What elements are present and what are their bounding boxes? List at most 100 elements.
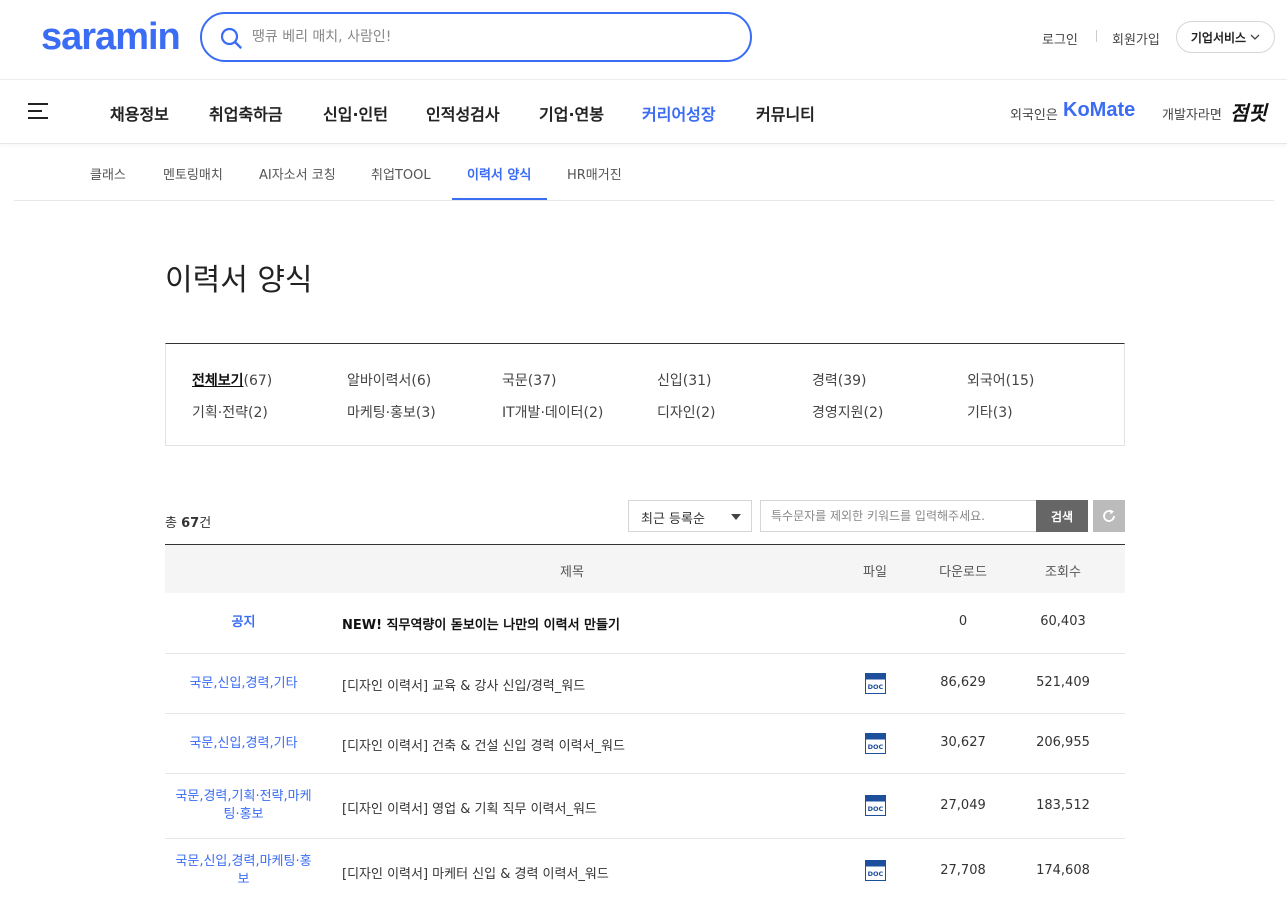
svg-text:DOC: DOC	[868, 870, 884, 878]
main-search-box[interactable]	[200, 12, 752, 62]
row-category[interactable]: 공지	[165, 614, 322, 632]
category-count: (2)	[695, 405, 716, 421]
row-downloads: 0	[958, 614, 968, 629]
category-management[interactable]: 경영지원(2)	[812, 402, 883, 422]
search-button[interactable]: 검색	[1036, 500, 1088, 532]
table-row[interactable]: 국문,경력,기획·전략,마케팅·홍보 [디자인 이력서] 영업 & 기획 직무 …	[165, 774, 1125, 839]
business-service-button[interactable]: 기업서비스	[1176, 21, 1275, 53]
category-count: (3)	[992, 405, 1013, 421]
category-count: (3)	[415, 405, 436, 421]
category-parttime[interactable]: 알바이력서(6)	[347, 370, 431, 390]
category-planning[interactable]: 기획·전략(2)	[192, 402, 268, 422]
subnav-item-mentoring[interactable]: 멘토링매치	[163, 164, 223, 183]
table-row[interactable]: 국문,신입,경력,마케팅·홍보 [디자인 이력서] 마케터 신입 & 경력 이력…	[165, 839, 1125, 901]
category-count: (31)	[682, 373, 712, 389]
svg-text:DOC: DOC	[868, 743, 884, 751]
row-views: 183,512	[1036, 798, 1090, 813]
jumpit-logo[interactable]: 점핏	[1230, 97, 1267, 126]
row-title[interactable]: [디자인 이력서] 마케터 신입 & 경력 이력서_워드	[342, 863, 609, 882]
login-link[interactable]: 로그인	[1042, 29, 1078, 48]
row-title[interactable]: [디자인 이력서] 영업 & 기획 직무 이력서_워드	[342, 798, 597, 817]
developer-label: 개발자라면	[1162, 108, 1222, 123]
komate-logo[interactable]: KoMate	[1063, 99, 1135, 122]
category-count: (37)	[527, 373, 557, 389]
category-foreign-language[interactable]: 외국어(15)	[967, 370, 1034, 390]
total-count: 총 67건	[165, 512, 211, 531]
doc-file-icon[interactable]: DOC	[865, 733, 886, 754]
table-row[interactable]: 국문,신입,경력,기타 [디자인 이력서] 교육 & 강사 신입/경력_워드 D…	[165, 654, 1125, 714]
chevron-down-icon	[1250, 34, 1260, 40]
row-title[interactable]: [디자인 이력서] 교육 & 강사 신입/경력_워드	[342, 675, 585, 694]
svg-text:DOC: DOC	[868, 683, 884, 691]
category-design[interactable]: 디자인(2)	[657, 402, 715, 422]
category-name: 경영지원	[812, 405, 864, 421]
keyword-input[interactable]	[760, 500, 1037, 532]
row-downloads: 27,708	[940, 863, 986, 878]
category-etc[interactable]: 기타(3)	[967, 402, 1013, 422]
header-downloads: 다운로드	[939, 565, 987, 580]
subnav-item-hr-magazine[interactable]: HR매거진	[567, 164, 622, 183]
category-it-data[interactable]: IT개발·데이터(2)	[502, 402, 603, 422]
header-file: 파일	[863, 565, 887, 580]
category-name: IT개발·데이터	[502, 405, 584, 421]
subnav-item-class[interactable]: 클래스	[90, 164, 126, 183]
category-count: (2)	[583, 405, 604, 421]
nav-item-company-salary[interactable]: 기업·연봉	[539, 101, 604, 125]
resume-table: 제목 파일 다운로드 조회수 공지 NEW! 직무역량이 돋보이는 나만의 이력…	[165, 544, 1125, 901]
category-name: 국문	[502, 373, 528, 389]
row-title[interactable]: [디자인 이력서] 건축 & 건설 신입 경력 이력서_워드	[342, 735, 625, 754]
main-search-input[interactable]	[252, 25, 732, 49]
category-experienced[interactable]: 경력(39)	[812, 370, 867, 390]
category-count: (67)	[243, 373, 273, 389]
category-count: (2)	[247, 405, 268, 421]
sub-nav: 클래스 멘토링매치 AI자소서 코칭 취업TOOL 이력서 양식 HR매거진	[14, 144, 1274, 201]
header-divider	[1096, 30, 1097, 42]
table-row[interactable]: 국문,신입,경력,기타 [디자인 이력서] 건축 & 건설 신입 경력 이력서_…	[165, 714, 1125, 774]
row-downloads: 30,627	[940, 735, 986, 750]
nav-item-community[interactable]: 커뮤니티	[756, 101, 815, 125]
row-title[interactable]: NEW! 직무역량이 돋보이는 나만의 이력서 만들기	[342, 614, 620, 633]
category-name: 마케팅·홍보	[347, 405, 416, 421]
category-name: 디자인	[657, 405, 696, 421]
nav-item-newcomer-intern[interactable]: 신입·인턴	[323, 101, 388, 125]
row-category[interactable]: 국문,경력,기획·전략,마케팅·홍보	[165, 788, 322, 824]
saramin-logo[interactable]: saramin	[41, 16, 181, 59]
table-row-notice[interactable]: 공지 NEW! 직무역량이 돋보이는 나만의 이력서 만들기 0 60,403	[165, 593, 1125, 654]
category-name: 기획·전략	[192, 405, 248, 421]
sort-value: 최근 등록순	[641, 512, 705, 527]
category-filter: 전체보기(67) 알바이력서(6) 국문(37) 신입(31) 경력(39) 외…	[165, 343, 1125, 446]
row-views: 60,403	[1040, 614, 1086, 629]
sort-select[interactable]: 최근 등록순	[628, 500, 752, 532]
row-views: 174,608	[1036, 863, 1090, 878]
total-prefix: 총	[165, 516, 177, 531]
row-category[interactable]: 국문,신입,경력,기타	[165, 735, 322, 753]
category-korean[interactable]: 국문(37)	[502, 370, 557, 390]
signup-link[interactable]: 회원가입	[1112, 29, 1160, 48]
nav-item-jobs[interactable]: 채용정보	[110, 101, 169, 125]
subnav-item-tool[interactable]: 취업TOOL	[371, 164, 431, 183]
total-number: 67	[181, 516, 200, 531]
category-count: (15)	[1005, 373, 1035, 389]
doc-file-icon[interactable]: DOC	[865, 860, 886, 881]
doc-file-icon[interactable]: DOC	[865, 673, 886, 694]
doc-file-icon[interactable]: DOC	[865, 795, 886, 816]
row-views: 206,955	[1036, 735, 1090, 750]
menu-icon[interactable]	[28, 102, 50, 120]
nav-item-career[interactable]: 커리어성장	[642, 101, 716, 125]
subnav-item-resume-template[interactable]: 이력서 양식	[467, 164, 531, 183]
header-title: 제목	[560, 565, 584, 580]
nav-item-aptitude[interactable]: 인적성검사	[426, 101, 500, 125]
category-marketing[interactable]: 마케팅·홍보(3)	[347, 402, 436, 422]
top-header: saramin 로그인 회원가입 기업서비스	[0, 0, 1287, 80]
total-suffix: 건	[199, 516, 212, 531]
refresh-icon	[1103, 509, 1115, 522]
row-category[interactable]: 국문,신입,경력,기타	[165, 675, 322, 693]
header-views: 조회수	[1045, 565, 1081, 580]
nav-item-bonus[interactable]: 취업축하금	[209, 101, 283, 125]
category-all[interactable]: 전체보기(67)	[192, 370, 272, 390]
search-icon[interactable]	[220, 27, 242, 49]
category-newcomer[interactable]: 신입(31)	[657, 370, 712, 390]
row-category[interactable]: 국문,신입,경력,마케팅·홍보	[165, 853, 322, 889]
subnav-item-ai-coaching[interactable]: AI자소서 코칭	[259, 164, 336, 183]
reset-button[interactable]	[1093, 500, 1125, 532]
